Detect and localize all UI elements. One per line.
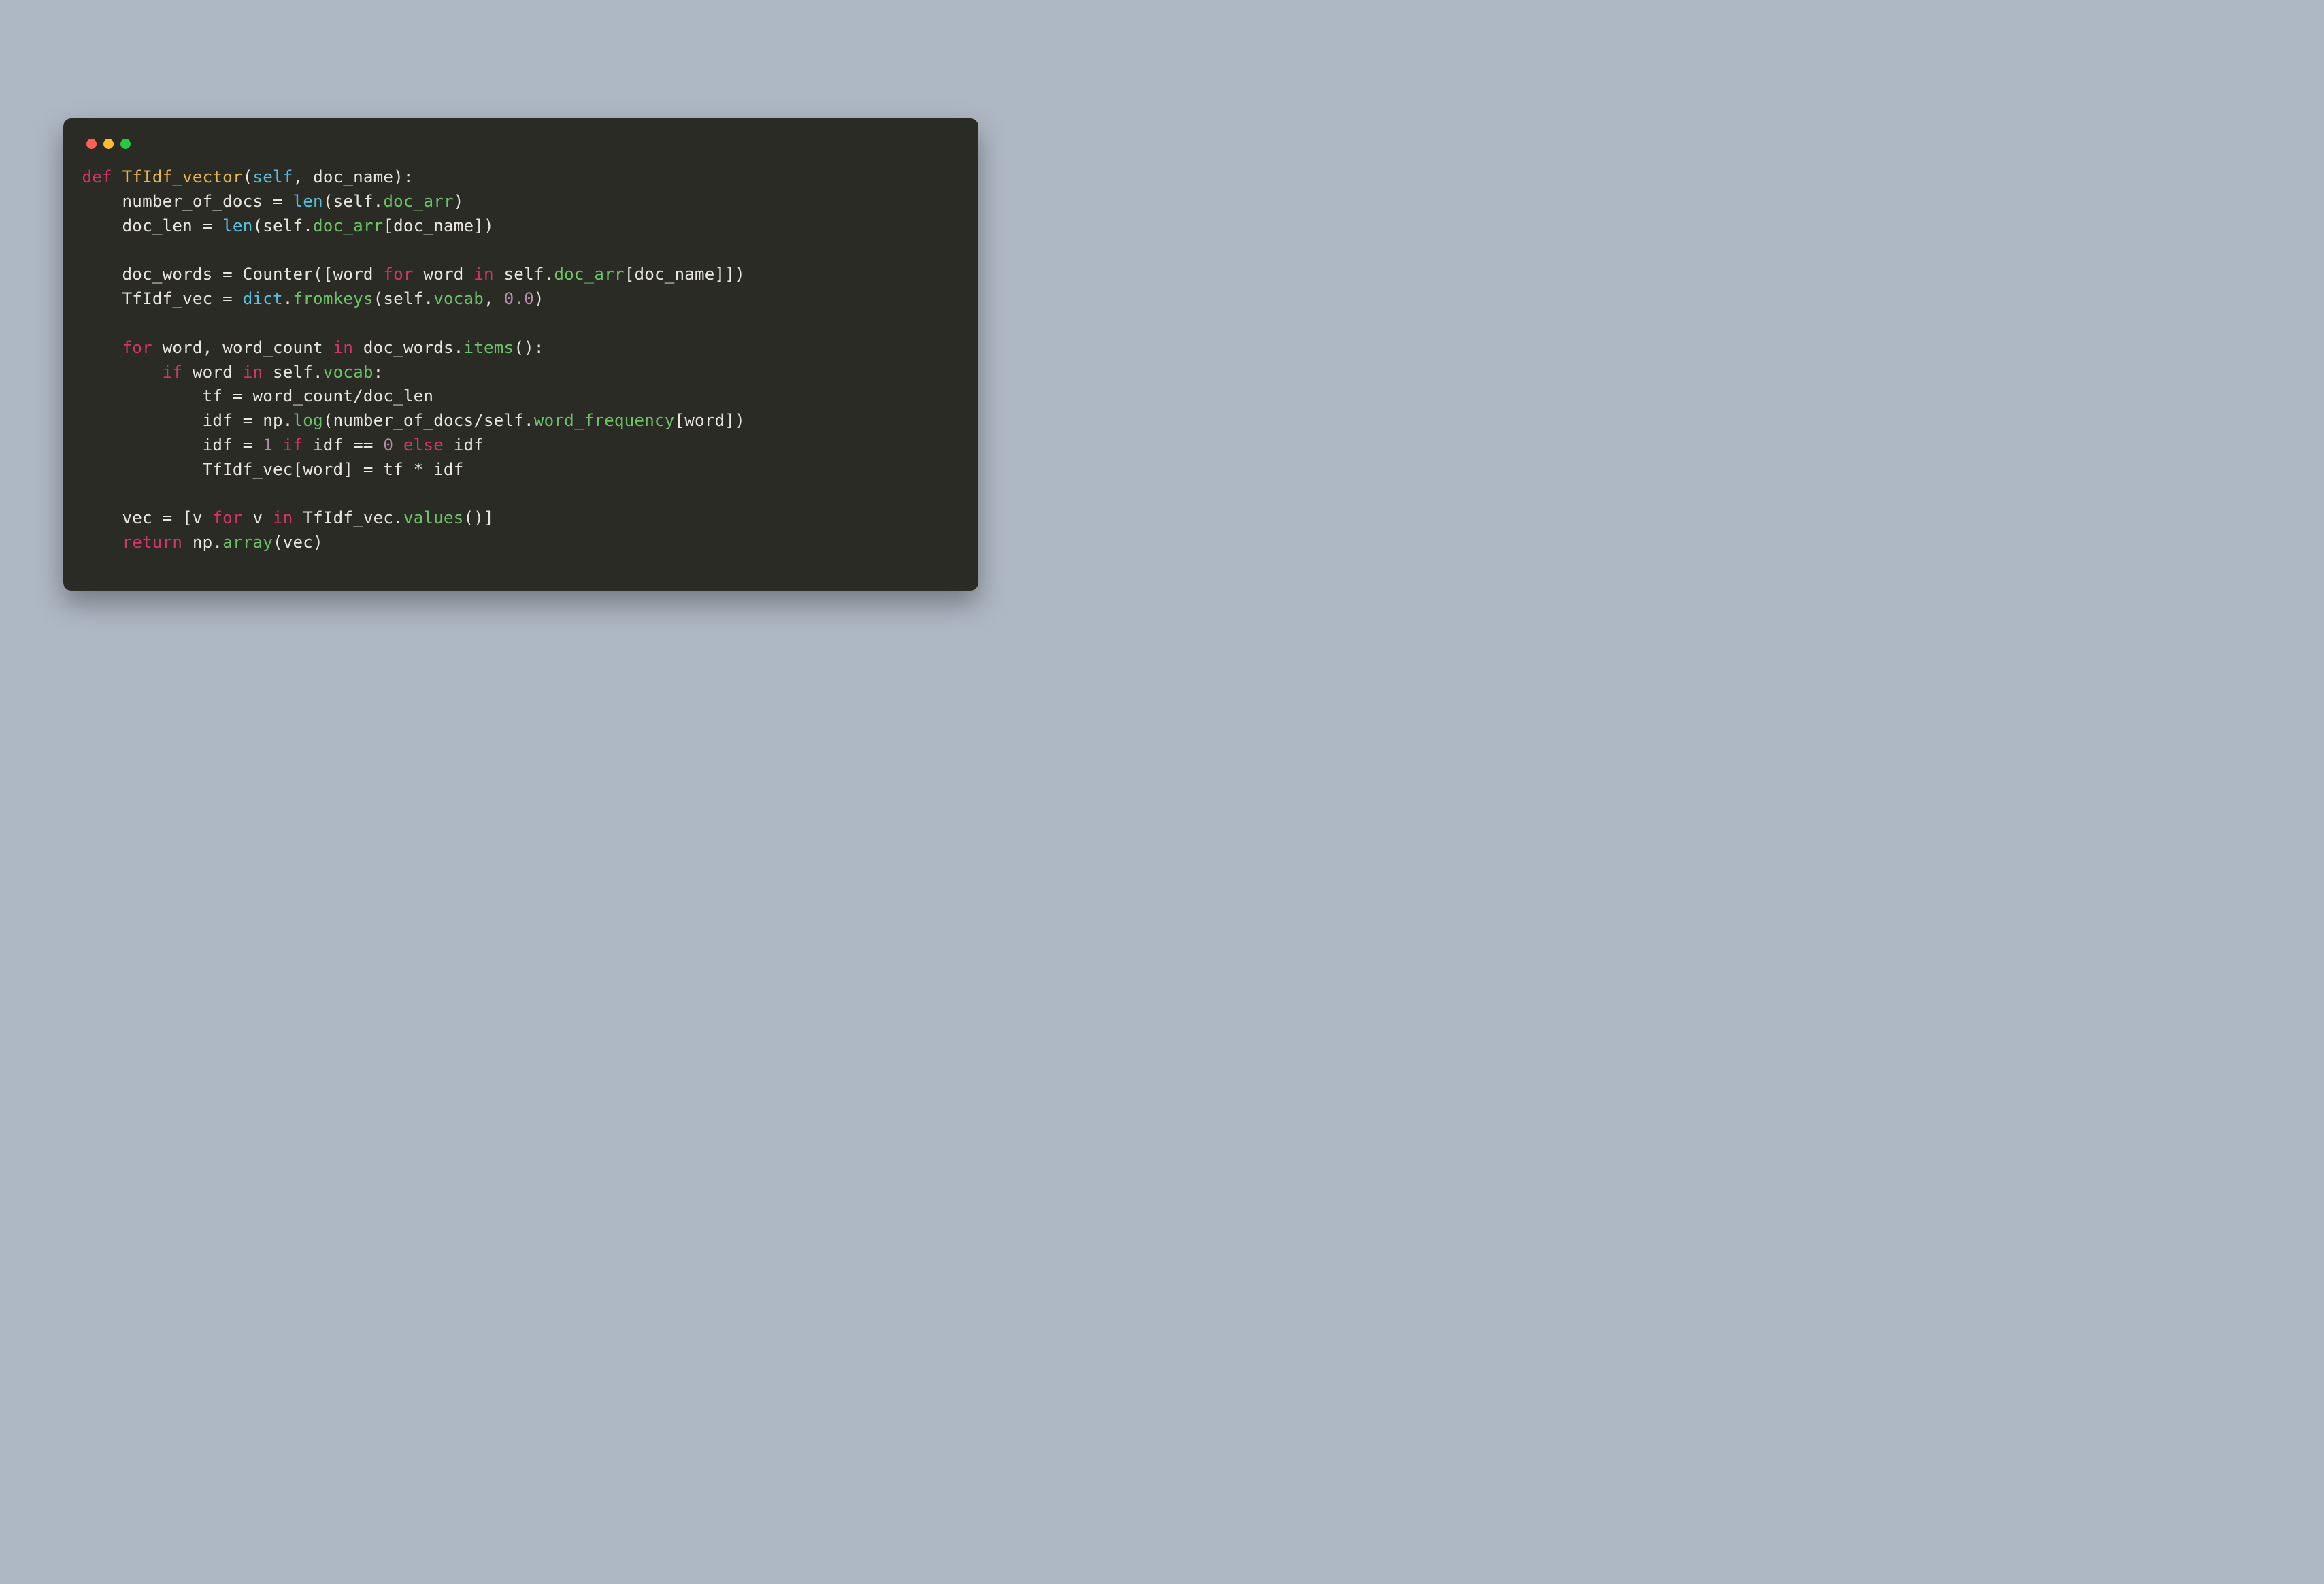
code-token-const: 0.0: [504, 289, 534, 308]
code-token-plain: ,: [484, 289, 504, 308]
code-token-call: word_frequency: [534, 411, 675, 430]
code-token-builtin: dict: [243, 289, 283, 308]
code-token-plain: word, word_count: [152, 338, 333, 357]
code-token-plain: doc_words = Counter([word: [82, 265, 384, 284]
code-token-kw: in: [333, 338, 354, 357]
code-token-plain: doc_words.: [353, 338, 463, 357]
code-token-kw: in: [243, 363, 263, 382]
code-block: def TfIdf_vector(self, doc_name): number…: [82, 165, 959, 555]
code-token-builtin: len: [222, 216, 252, 235]
code-token-plain: number_of_docs =: [82, 192, 293, 211]
code-token-plain: ): [534, 289, 544, 308]
code-token-kw: if: [163, 363, 183, 382]
code-token-plain: TfIdf_vec.: [293, 508, 403, 527]
code-token-plain: :: [374, 363, 384, 382]
code-token-plain: word: [182, 363, 243, 382]
code-token-plain: TfIdf_vec =: [82, 289, 243, 308]
zoom-icon[interactable]: [120, 139, 131, 149]
code-token-kw: for: [383, 265, 413, 284]
code-token-call: fromkeys: [293, 289, 374, 308]
code-token-call: vocab: [323, 363, 374, 382]
code-token-plain: (self.: [323, 192, 384, 211]
code-token-kw: for: [122, 338, 152, 357]
code-token-plain: (self.: [374, 289, 434, 308]
code-token-plain: [273, 435, 283, 455]
code-token-plain: ): [454, 192, 464, 211]
code-token-plain: word: [414, 265, 474, 284]
code-token-plain: TfIdf_vec[word] = tf * idf: [82, 460, 464, 479]
code-token-const: 1: [263, 435, 273, 455]
code-token-plain: ():: [514, 338, 544, 357]
code-token-fname: TfIdf_vector: [122, 167, 243, 186]
code-token-kw: return: [122, 533, 183, 552]
code-token-plain: (number_of_docs/self.: [323, 411, 534, 430]
code-token-plain: (self.: [252, 216, 313, 235]
minimize-icon[interactable]: [103, 139, 114, 149]
code-token-plain: [doc_name]): [383, 216, 493, 235]
code-token-plain: [word]): [675, 411, 745, 430]
code-token-plain: doc_len =: [82, 216, 223, 235]
code-token-kw: for: [212, 508, 242, 527]
code-token-call: array: [222, 533, 273, 552]
code-token-call: log: [293, 411, 323, 430]
code-token-plain: [82, 533, 122, 552]
code-token-kw: else: [403, 435, 444, 455]
code-token-plain: .: [283, 289, 293, 308]
code-token-plain: ()]: [464, 508, 494, 527]
code-token-plain: [393, 435, 403, 455]
code-token-plain: [doc_name]]): [625, 265, 745, 284]
code-token-call: doc_arr: [554, 265, 624, 284]
code-token-plain: self.: [263, 363, 323, 382]
code-token-call: doc_arr: [383, 192, 453, 211]
code-window: def TfIdf_vector(self, doc_name): number…: [63, 118, 978, 591]
code-token-kw: if: [283, 435, 303, 455]
code-token-kw: in: [273, 508, 293, 527]
code-token-kw: in: [474, 265, 494, 284]
code-token-plain: np.: [182, 533, 222, 552]
code-token-plain: [82, 338, 122, 357]
code-token-plain: idf =: [82, 435, 263, 455]
code-token-call: items: [464, 338, 514, 357]
code-token-plain: , doc_name):: [293, 167, 414, 186]
code-token-call: doc_arr: [313, 216, 383, 235]
window-controls: [82, 135, 959, 165]
code-token-plain: idf = np.: [82, 411, 293, 430]
code-token-call: values: [403, 508, 464, 527]
code-token-plain: vec = [v: [82, 508, 213, 527]
code-token-plain: v: [243, 508, 273, 527]
code-token-kw: def: [82, 167, 122, 186]
code-token-const: 0: [383, 435, 393, 455]
code-token-plain: idf ==: [303, 435, 383, 455]
code-token-plain: self.: [494, 265, 554, 284]
code-token-plain: idf: [444, 435, 484, 455]
code-token-plain: (: [243, 167, 253, 186]
close-icon[interactable]: [86, 139, 97, 149]
code-token-plain: [82, 363, 163, 382]
code-token-builtin: len: [293, 192, 323, 211]
code-token-builtin: self: [252, 167, 293, 186]
code-token-plain: (vec): [273, 533, 323, 552]
code-token-plain: tf = word_count/doc_len: [82, 386, 434, 406]
code-token-call: vocab: [433, 289, 484, 308]
